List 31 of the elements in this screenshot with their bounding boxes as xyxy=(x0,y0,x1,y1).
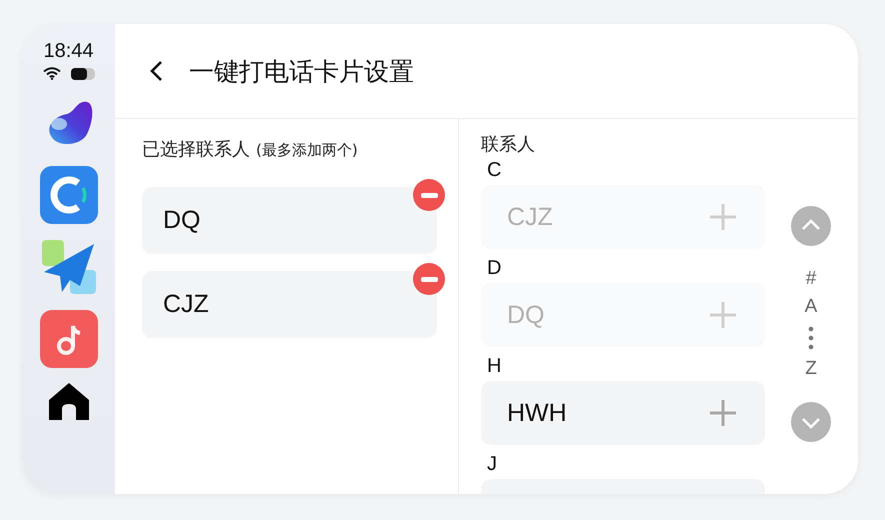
index-letter[interactable]: A xyxy=(804,294,818,320)
group-letter: H xyxy=(487,355,502,377)
wifi-icon xyxy=(42,67,60,80)
contact-name: DQ xyxy=(507,300,544,330)
remove-button[interactable] xyxy=(413,263,445,295)
group-letter: C xyxy=(487,159,502,181)
home-icon[interactable] xyxy=(48,382,90,422)
scroll-up-button[interactable] xyxy=(791,206,831,246)
contact-name: CJZ xyxy=(163,290,209,319)
index-letter[interactable]: Z xyxy=(805,356,817,382)
add-icon[interactable] xyxy=(709,399,737,427)
battery-icon xyxy=(70,68,94,80)
scroll-down-button[interactable] xyxy=(791,402,831,442)
clock-time: 18:44 xyxy=(43,40,94,63)
remove-button[interactable] xyxy=(413,179,445,211)
page-title: 一键打电话卡片设置 xyxy=(189,56,414,88)
more-dots-icon xyxy=(808,326,814,350)
limit-note: (最多添加两个) xyxy=(256,141,358,160)
back-icon[interactable] xyxy=(149,60,163,82)
group-letter: D xyxy=(487,257,502,279)
index-letter[interactable]: # xyxy=(806,266,816,292)
contact-name: CJZ xyxy=(507,202,553,232)
app-music-note-icon[interactable] xyxy=(40,310,98,368)
section-title: 联系人 xyxy=(481,134,536,156)
app-paper-plane-icon[interactable] xyxy=(40,238,98,296)
contact-name: DQ xyxy=(163,206,200,235)
section-title: 已选择联系人 xyxy=(142,138,250,161)
group-letter: J xyxy=(487,453,498,475)
contact-card[interactable]: HWH xyxy=(481,381,765,445)
contact-name: HWH xyxy=(507,398,567,428)
app-ring-icon[interactable] xyxy=(40,166,98,224)
